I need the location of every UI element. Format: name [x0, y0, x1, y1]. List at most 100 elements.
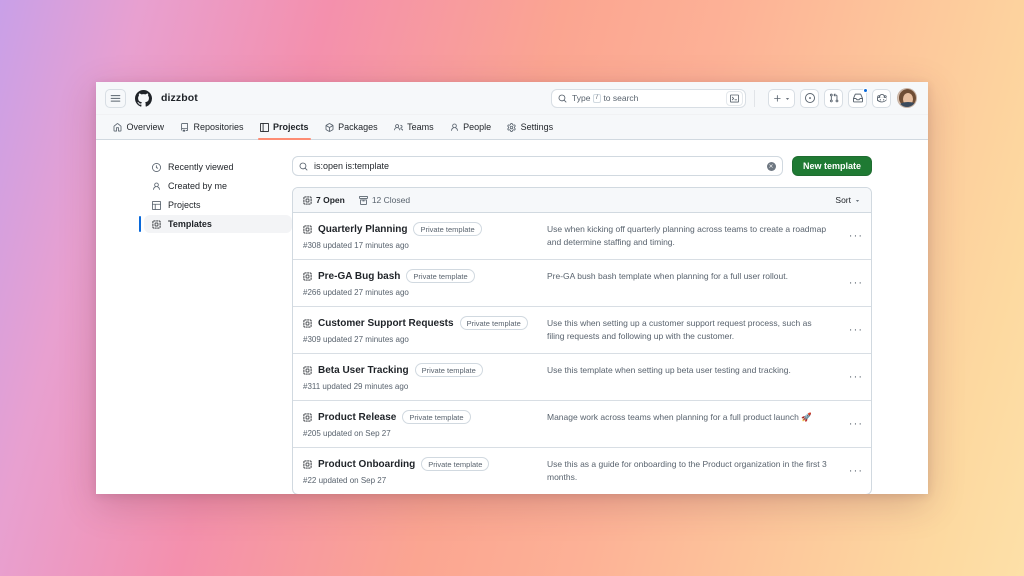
closed-count-label: 12 Closed [372, 195, 410, 205]
sidebar-item-projects[interactable]: Projects [144, 196, 292, 214]
row-description: Use when kicking off quarterly planning … [547, 222, 841, 249]
list-header: 7 Open 12 Closed Sort [293, 188, 871, 213]
row-overflow-menu-button[interactable]: ··· [841, 231, 871, 242]
main-content: is:open is:template New template [292, 156, 928, 494]
row-overflow-menu-button[interactable]: ··· [841, 372, 871, 383]
slash-key-hint: / [593, 94, 601, 103]
filter-closed-count[interactable]: 12 Closed [359, 195, 410, 205]
row-title[interactable]: Customer Support Requests [318, 318, 454, 329]
row-title[interactable]: Beta User Tracking [318, 365, 409, 376]
clear-search-button[interactable] [767, 162, 776, 171]
sort-button[interactable]: Sort [835, 195, 861, 205]
people-icon [394, 123, 403, 132]
template-icon [303, 413, 312, 422]
table-row[interactable]: Beta User Tracking Private template #311… [293, 354, 871, 401]
row-primary: Product Release Private template #205 up… [303, 410, 547, 438]
terminal-icon[interactable] [726, 91, 743, 106]
nav-tab-people[interactable]: People [442, 115, 500, 139]
nav-tab-label: People [463, 122, 491, 132]
plus-icon [773, 94, 782, 103]
table-row[interactable]: Product Onboarding Private template #22 … [293, 448, 871, 494]
package-icon [325, 123, 334, 132]
sidebar-item-recently-viewed[interactable]: Recently viewed [144, 158, 292, 176]
row-primary: Pre-GA Bug bash Private template #266 up… [303, 269, 547, 297]
chevron-down-icon [854, 197, 861, 204]
nav-tab-repositories[interactable]: Repositories [172, 115, 252, 139]
template-icon [303, 196, 312, 205]
person-icon [152, 182, 161, 191]
table-row[interactable]: Customer Support Requests Private templa… [293, 307, 871, 354]
pull-requests-button[interactable] [824, 89, 843, 108]
issues-button[interactable] [800, 89, 819, 108]
sidebar: Recently viewed Created by me Projects [96, 156, 292, 234]
sidebar-item-label: Templates [168, 219, 212, 229]
nav-tab-label: Settings [521, 122, 554, 132]
row-description: Manage work across teams when planning f… [547, 410, 841, 424]
filter-open-count[interactable]: 7 Open [303, 195, 345, 205]
search-icon [558, 94, 567, 103]
nav-tab-teams[interactable]: Teams [386, 115, 442, 139]
status-badge: Private template [406, 269, 474, 283]
gear-icon [507, 123, 516, 132]
status-badge: Private template [402, 410, 470, 424]
sort-label: Sort [835, 195, 851, 205]
hamburger-icon [110, 93, 121, 104]
create-new-button[interactable] [768, 89, 795, 108]
sidebar-item-created-by-me[interactable]: Created by me [144, 177, 292, 195]
row-title[interactable]: Pre-GA Bug bash [318, 271, 400, 282]
nav-tab-settings[interactable]: Settings [499, 115, 561, 139]
row-overflow-menu-button[interactable]: ··· [841, 325, 871, 336]
row-title-line: Product Release Private template [303, 410, 537, 424]
sidebar-item-templates[interactable]: Templates [144, 215, 292, 233]
copilot-button[interactable] [872, 89, 891, 108]
table-row[interactable]: Quarterly Planning Private template #308… [293, 213, 871, 260]
nav-tab-label: Projects [273, 122, 309, 132]
global-search-input[interactable]: Type / to search [551, 89, 746, 108]
row-title-line: Pre-GA Bug bash Private template [303, 269, 537, 283]
row-primary: Product Onboarding Private template #22 … [303, 457, 547, 485]
issue-opened-icon [805, 93, 815, 103]
row-overflow-menu-button[interactable]: ··· [841, 278, 871, 289]
notifications-button[interactable] [848, 89, 867, 108]
row-overflow-menu-button[interactable]: ··· [841, 419, 871, 430]
row-title-line: Product Onboarding Private template [303, 457, 537, 471]
row-description: Pre-GA bush bash template when planning … [547, 269, 841, 283]
nav-tab-label: Teams [407, 122, 434, 132]
app-header: dizzbot Type / to search [96, 82, 928, 115]
github-logo[interactable] [135, 90, 152, 107]
nav-tab-label: Repositories [194, 122, 244, 132]
filter-search-input[interactable]: is:open is:template [292, 156, 783, 176]
row-title[interactable]: Product Onboarding [318, 459, 415, 470]
row-title[interactable]: Quarterly Planning [318, 224, 407, 235]
git-pull-request-icon [829, 93, 839, 103]
table-row[interactable]: Product Release Private template #205 up… [293, 401, 871, 448]
user-avatar[interactable] [897, 88, 917, 108]
nav-tab-label: Overview [127, 122, 165, 132]
row-meta: #205 updated on Sep 27 [303, 429, 537, 438]
nav-tab-projects[interactable]: Projects [252, 115, 317, 139]
row-primary: Quarterly Planning Private template #308… [303, 222, 547, 250]
template-icon [303, 366, 312, 375]
sidebar-item-label: Projects [168, 200, 201, 210]
row-overflow-menu-button[interactable]: ··· [841, 466, 871, 477]
archive-icon [359, 196, 368, 205]
repo-icon [180, 123, 189, 132]
nav-tab-overview[interactable]: Overview [105, 115, 172, 139]
project-icon [260, 123, 269, 132]
filter-query-text: is:open is:template [314, 161, 761, 171]
search-icon [299, 162, 308, 171]
row-primary: Beta User Tracking Private template #311… [303, 363, 547, 391]
browser-window: dizzbot Type / to search [96, 82, 928, 494]
new-template-button[interactable]: New template [792, 156, 872, 176]
unread-indicator [863, 88, 868, 93]
template-icon [152, 220, 161, 229]
filter-toolbar: is:open is:template New template [292, 156, 872, 176]
row-title[interactable]: Product Release [318, 412, 396, 423]
row-description: Use this when setting up a customer supp… [547, 316, 841, 343]
row-meta: #311 updated 29 minutes ago [303, 382, 537, 391]
table-row[interactable]: Pre-GA Bug bash Private template #266 up… [293, 260, 871, 307]
organization-name[interactable]: dizzbot [161, 92, 198, 104]
open-count-label: 7 Open [316, 195, 345, 205]
nav-tab-packages[interactable]: Packages [317, 115, 386, 139]
hamburger-menu-button[interactable] [105, 89, 126, 108]
